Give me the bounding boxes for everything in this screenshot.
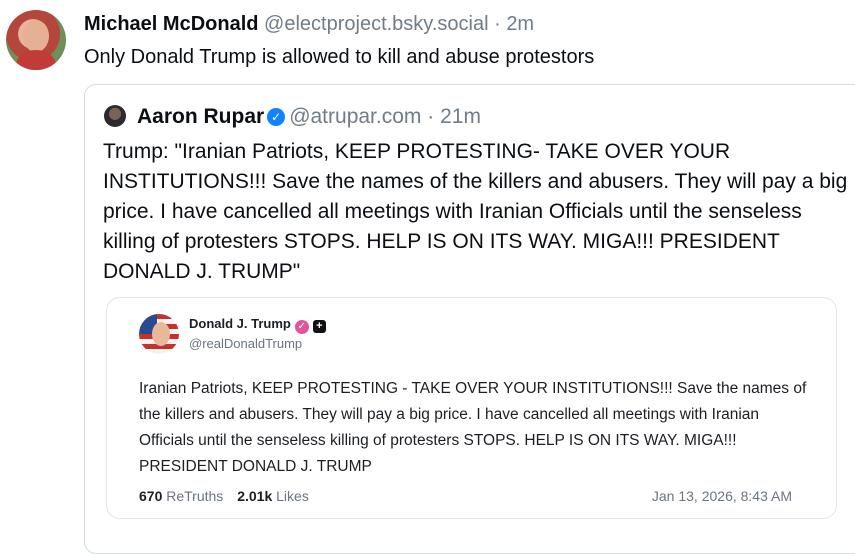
quote-author-avatar[interactable] <box>104 105 126 127</box>
author-avatar[interactable] <box>6 10 66 70</box>
retruths-label: ReTruths <box>166 488 224 504</box>
truth-author-avatar <box>139 314 179 354</box>
truth-date: Jan 13, 2026, 8:43 AM <box>651 488 792 504</box>
post-time[interactable]: 2m <box>506 13 534 35</box>
likes-count: 2.01k <box>237 488 273 504</box>
quote-author-handle[interactable]: @atrupar.com <box>289 105 421 128</box>
post-text: Only Donald Trump is allowed to kill and… <box>84 46 595 68</box>
avatar-shirt <box>16 50 56 70</box>
retruths-count: 670 <box>139 488 163 504</box>
truth-author-handle: @realDonaldTrump <box>189 336 303 351</box>
avatar-face <box>23 20 49 52</box>
author-name[interactable]: Michael McDonald <box>84 13 258 35</box>
truth-text: Iranian Patriots, KEEP PROTESTING - TAKE… <box>139 380 807 475</box>
author-handle[interactable]: @electproject.bsky.social <box>264 13 488 35</box>
verified-check-icon: ✓ <box>267 108 286 126</box>
truth-author-row: Donald J. Trump ✓ + <box>189 316 326 334</box>
separator-dot: · <box>494 13 501 35</box>
separator-dot: · <box>427 105 435 128</box>
likes-label: Likes <box>276 488 309 504</box>
quote-header: Aaron Rupar ✓ @atrupar.com · 21m <box>137 104 481 130</box>
post-header: Michael McDonald @electproject.bsky.soci… <box>84 12 534 36</box>
quote-author-name[interactable]: Aaron Rupar <box>137 105 264 128</box>
plus-icon: + <box>312 320 326 333</box>
avatar-face <box>152 322 170 346</box>
verified-badge-icon: ✓ <box>294 320 309 334</box>
quote-text: Trump: "Iranian Patriots, KEEP PROTESTIN… <box>103 140 848 283</box>
truth-author-name: Donald J. Trump <box>189 316 291 331</box>
quote-time[interactable]: 21m <box>440 105 481 128</box>
truth-social-embed[interactable]: Donald J. Trump ✓ + @realDonaldTrump Irani… <box>106 297 837 519</box>
truth-stats: 670 ReTruths 2.01k Likes <box>139 488 309 504</box>
quote-post-card[interactable]: Aaron Rupar ✓ @atrupar.com · 21m Trump: "I… <box>84 84 855 554</box>
